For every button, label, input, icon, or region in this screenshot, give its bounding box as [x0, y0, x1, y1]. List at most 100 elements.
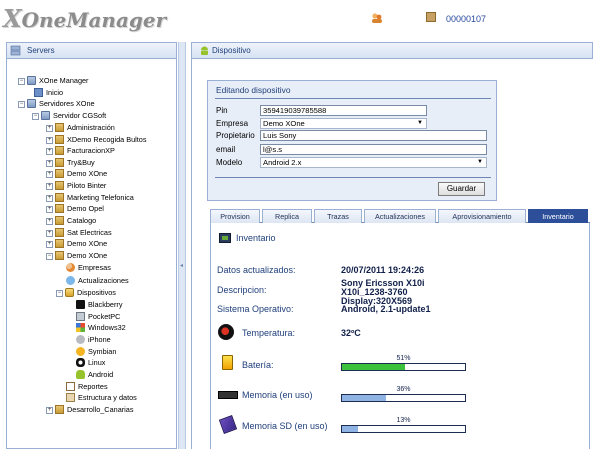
thermometer-icon [218, 324, 234, 340]
folder-icon [55, 228, 64, 237]
expand-icon[interactable]: + [46, 148, 53, 155]
tree-item[interactable]: + Try&Buy [46, 157, 95, 168]
tree-item[interactable]: + Sat Electricas [46, 227, 112, 238]
tree-item[interactable]: Estructura y datos [66, 392, 137, 403]
expand-icon[interactable]: + [46, 206, 53, 213]
pin-field[interactable]: 359419039785588 [260, 105, 427, 116]
tree-item[interactable]: Blackberry [76, 299, 122, 310]
expand-icon[interactable]: + [46, 160, 53, 167]
tree-item[interactable]: Windows32 [76, 322, 126, 333]
tree-item-label: FacturacionXP [67, 146, 115, 155]
form-divider [215, 177, 491, 178]
collapse-icon[interactable]: − [18, 78, 25, 85]
email-field[interactable]: l@s.s [260, 144, 487, 155]
collapse-icon[interactable]: − [32, 113, 39, 120]
expand-icon[interactable]: + [46, 171, 53, 178]
tree-item-label: Desarrollo_Canarias [67, 405, 134, 414]
tree-item[interactable]: Actualizaciones [66, 275, 129, 286]
tree-item[interactable]: Android [76, 369, 113, 380]
tree-item-label: Dispositivos [77, 288, 116, 297]
header-code: 00000107 [446, 14, 487, 24]
tree-item[interactable]: Empresas [66, 262, 111, 273]
tab-provision[interactable]: Provision [210, 209, 260, 223]
expand-icon[interactable]: + [46, 183, 53, 190]
tree-item[interactable]: − Servidores XOne [18, 98, 95, 109]
collapse-icon[interactable]: − [56, 290, 63, 297]
tab-aprovisionamiento[interactable]: Aprovisionamiento [438, 209, 526, 223]
app-header: XOneManager 00000107 [0, 0, 593, 36]
expand-icon[interactable]: + [46, 218, 53, 225]
temperature-label: Temperatura: [242, 328, 296, 338]
sd-memory-label: Memoria SD (en uso) [242, 421, 328, 431]
server-icon [27, 99, 36, 108]
server-icon [41, 111, 50, 120]
propietario-field[interactable]: Luis Sony [260, 130, 487, 141]
user-icon[interactable] [371, 12, 383, 24]
chevron-down-icon[interactable]: ▼ [417, 119, 423, 128]
collapse-icon[interactable]: − [46, 253, 53, 260]
os-value: Android, 2.1-update1 [341, 304, 431, 314]
tree-item-label: Actualizaciones [78, 276, 129, 285]
updated-label: Datos actualizados: [217, 265, 296, 275]
tree-item[interactable]: + Administración [46, 122, 115, 133]
tree-item[interactable]: + Demo XOne [46, 238, 107, 249]
folder-icon [55, 239, 64, 248]
chevron-down-icon[interactable]: ▼ [477, 158, 483, 167]
tree-item[interactable]: + Desarrollo_Canarias [46, 404, 134, 415]
android-icon [76, 370, 85, 379]
expand-icon[interactable]: + [46, 137, 53, 144]
expand-icon[interactable]: + [46, 241, 53, 248]
tree-item[interactable]: PocketPC [76, 311, 120, 322]
tree-item[interactable]: − Servidor CGSoft [32, 110, 106, 121]
expand-icon[interactable]: + [46, 195, 53, 202]
expand-icon[interactable]: + [46, 230, 53, 237]
tab-replica[interactable]: Replica [262, 209, 312, 223]
tree-item[interactable]: Reportes [66, 381, 108, 392]
folder-icon [55, 158, 64, 167]
servers-icon [10, 45, 21, 56]
tree-item[interactable]: + Demo Opel [46, 203, 104, 214]
symbian-icon [76, 347, 85, 356]
tab-actualizaciones[interactable]: Actualizaciones [364, 209, 436, 223]
tab-inventario[interactable]: Inventario [528, 209, 588, 223]
tree-item[interactable]: + Piloto Binter [46, 180, 106, 191]
tree-item[interactable]: Linux [76, 357, 105, 368]
tree-item[interactable]: + Catalogo [46, 215, 96, 226]
tree-item[interactable]: + FacturacionXP [46, 145, 115, 156]
servers-panel-header: Servers [6, 42, 177, 59]
battery-percent: 51% [396, 355, 411, 362]
sd-memory-bar-fill [342, 426, 358, 432]
modelo-value: Android 2.x [263, 158, 302, 167]
folder-icon [55, 216, 64, 225]
tree-item[interactable]: + Demo XOne [46, 168, 107, 179]
tree-item[interactable]: Inicio [34, 87, 63, 98]
modelo-select[interactable]: Android 2.x ▼ [260, 157, 487, 168]
save-button[interactable]: Guardar [438, 182, 485, 196]
panel-splitter[interactable]: ◂ [178, 42, 186, 449]
battery-label: Batería: [242, 360, 274, 370]
app-window: XOneManager 00000107 Servers ◂ − XOne Man… [0, 0, 593, 449]
expand-icon[interactable]: + [46, 125, 53, 132]
tab-trazas[interactable]: Trazas [314, 209, 362, 223]
tree-item[interactable]: + XDemo Recogida Bultos [46, 134, 147, 145]
form-divider [215, 98, 491, 99]
tree-item[interactable]: Symbian [76, 346, 116, 357]
device-icon [426, 12, 436, 22]
tree-item[interactable]: − Demo XOne [46, 250, 107, 261]
expand-icon[interactable]: + [46, 407, 53, 414]
collapse-arrow-icon[interactable]: ◂ [180, 262, 183, 269]
tree-item-label: PocketPC [88, 312, 121, 321]
collapse-icon[interactable]: − [18, 101, 25, 108]
memory-chip-icon [218, 391, 238, 399]
folder-icon [55, 181, 64, 190]
device-panel-title: Dispositivo [212, 46, 251, 55]
tree-item-label: Android [88, 370, 114, 379]
tree-item[interactable]: iPhone [76, 334, 111, 345]
device-tabs: Provision Replica Trazas Actualizaciones… [210, 209, 590, 223]
tree-item[interactable]: + Marketing Telefonica [46, 192, 134, 203]
android-icon [201, 46, 208, 55]
tree-item[interactable]: − XOne Manager [18, 75, 89, 86]
empresa-select[interactable]: Demo XOne ▼ [260, 118, 427, 129]
tree-item[interactable]: − Dispositivos [56, 287, 116, 298]
tree-item-label: Demo XOne [67, 239, 108, 248]
